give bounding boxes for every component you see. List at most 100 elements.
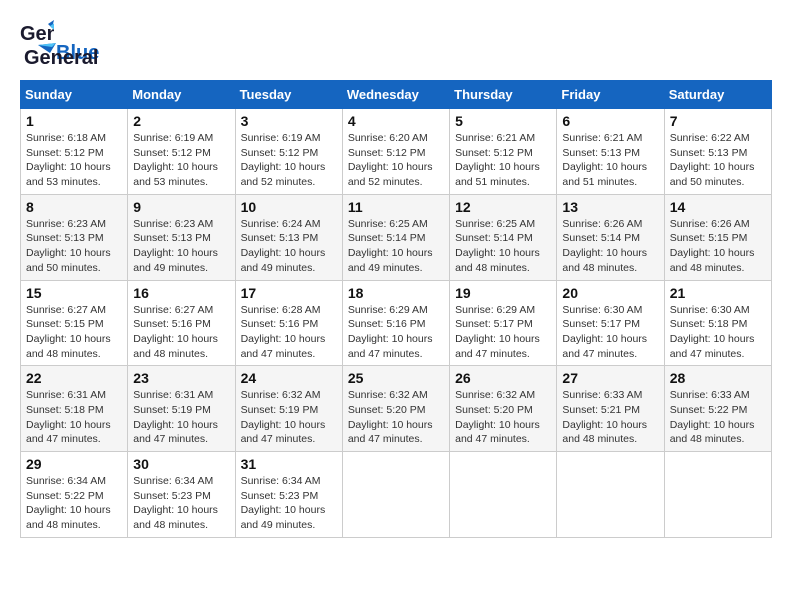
- day-info: Sunrise: 6:25 AM Sunset: 5:14 PM Dayligh…: [348, 217, 444, 276]
- calendar-cell: 8 Sunrise: 6:23 AM Sunset: 5:13 PM Daylig…: [21, 194, 128, 280]
- calendar-cell: 23Sunrise: 6:31 AM Sunset: 5:19 PM Dayli…: [128, 366, 235, 452]
- calendar-cell: [450, 452, 557, 538]
- day-number: 4: [348, 113, 444, 129]
- day-info: Sunrise: 6:31 AM Sunset: 5:18 PM Dayligh…: [26, 388, 122, 447]
- day-info: Sunrise: 6:29 AM Sunset: 5:17 PM Dayligh…: [455, 303, 551, 362]
- logo: General Blue General: [20, 20, 99, 70]
- day-number: 5: [455, 113, 551, 129]
- day-number: 22: [26, 370, 122, 386]
- day-number: 19: [455, 285, 551, 301]
- day-info: Sunrise: 6:32 AM Sunset: 5:20 PM Dayligh…: [348, 388, 444, 447]
- day-info: Sunrise: 6:29 AM Sunset: 5:16 PM Dayligh…: [348, 303, 444, 362]
- calendar-cell: 4 Sunrise: 6:20 AM Sunset: 5:12 PM Daylig…: [342, 109, 449, 195]
- day-info: Sunrise: 6:25 AM Sunset: 5:14 PM Dayligh…: [455, 217, 551, 276]
- day-info: Sunrise: 6:34 AM Sunset: 5:23 PM Dayligh…: [241, 474, 337, 533]
- calendar-cell: 18 Sunrise: 6:29 AM Sunset: 5:16 PM Dayli…: [342, 280, 449, 366]
- logo-text-general: General: [24, 47, 98, 69]
- calendar-cell: [342, 452, 449, 538]
- day-number: 15: [26, 285, 122, 301]
- day-number: 9: [133, 199, 229, 215]
- day-number: 2: [133, 113, 229, 129]
- day-info: Sunrise: 6:19 AM Sunset: 5:12 PM Dayligh…: [241, 131, 337, 190]
- calendar-cell: 5 Sunrise: 6:21 AM Sunset: 5:12 PM Daylig…: [450, 109, 557, 195]
- day-info: Sunrise: 6:34 AM Sunset: 5:23 PM Dayligh…: [133, 474, 229, 533]
- day-number: 8: [26, 199, 122, 215]
- day-number: 13: [562, 199, 658, 215]
- calendar-cell: 26 Sunrise: 6:32 AM Sunset: 5:20 PM Dayli…: [450, 366, 557, 452]
- day-number: 7: [670, 113, 766, 129]
- day-info: Sunrise: 6:33 AM Sunset: 5:22 PM Dayligh…: [670, 388, 766, 447]
- calendar-table: SundayMondayTuesdayWednesdayThursdayFrid…: [20, 80, 772, 538]
- day-info: Sunrise: 6:34 AM Sunset: 5:22 PM Dayligh…: [26, 474, 122, 533]
- day-info: Sunrise: 6:27 AM Sunset: 5:15 PM Dayligh…: [26, 303, 122, 362]
- day-info: Sunrise: 6:32 AM Sunset: 5:20 PM Dayligh…: [455, 388, 551, 447]
- calendar-week-row: 8 Sunrise: 6:23 AM Sunset: 5:13 PM Daylig…: [21, 194, 772, 280]
- day-info: Sunrise: 6:32 AM Sunset: 5:19 PM Dayligh…: [241, 388, 337, 447]
- calendar-cell: 25 Sunrise: 6:32 AM Sunset: 5:20 PM Dayli…: [342, 366, 449, 452]
- day-number: 31: [241, 456, 337, 472]
- day-info: Sunrise: 6:28 AM Sunset: 5:16 PM Dayligh…: [241, 303, 337, 362]
- calendar-cell: 9 Sunrise: 6:23 AM Sunset: 5:13 PM Daylig…: [128, 194, 235, 280]
- calendar-header-row: SundayMondayTuesdayWednesdayThursdayFrid…: [21, 81, 772, 109]
- calendar-body: 1 Sunrise: 6:18 AM Sunset: 5:12 PM Daylig…: [21, 109, 772, 538]
- day-number: 20: [562, 285, 658, 301]
- day-number: 10: [241, 199, 337, 215]
- day-info: Sunrise: 6:21 AM Sunset: 5:12 PM Dayligh…: [455, 131, 551, 190]
- calendar-cell: 15 Sunrise: 6:27 AM Sunset: 5:15 PM Dayli…: [21, 280, 128, 366]
- calendar-cell: 21 Sunrise: 6:30 AM Sunset: 5:18 PM Dayli…: [664, 280, 771, 366]
- day-info: Sunrise: 6:19 AM Sunset: 5:12 PM Dayligh…: [133, 131, 229, 190]
- calendar-cell: 27 Sunrise: 6:33 AM Sunset: 5:21 PM Dayli…: [557, 366, 664, 452]
- day-number: 1: [26, 113, 122, 129]
- calendar-cell: 22 Sunrise: 6:31 AM Sunset: 5:18 PM Dayli…: [21, 366, 128, 452]
- day-number: 25: [348, 370, 444, 386]
- day-info: Sunrise: 6:21 AM Sunset: 5:13 PM Dayligh…: [562, 131, 658, 190]
- day-info: Sunrise: 6:27 AM Sunset: 5:16 PM Dayligh…: [133, 303, 229, 362]
- day-number: 12: [455, 199, 551, 215]
- calendar-cell: 6Sunrise: 6:21 AM Sunset: 5:13 PM Daylig…: [557, 109, 664, 195]
- day-number: 29: [26, 456, 122, 472]
- calendar-day-header: Thursday: [450, 81, 557, 109]
- calendar-cell: [664, 452, 771, 538]
- calendar-day-header: Wednesday: [342, 81, 449, 109]
- calendar-cell: 12 Sunrise: 6:25 AM Sunset: 5:14 PM Dayli…: [450, 194, 557, 280]
- calendar-cell: 19 Sunrise: 6:29 AM Sunset: 5:17 PM Dayli…: [450, 280, 557, 366]
- day-number: 27: [562, 370, 658, 386]
- calendar-day-header: Saturday: [664, 81, 771, 109]
- day-info: Sunrise: 6:18 AM Sunset: 5:12 PM Dayligh…: [26, 131, 122, 190]
- day-info: Sunrise: 6:23 AM Sunset: 5:13 PM Dayligh…: [26, 217, 122, 276]
- calendar-week-row: 22 Sunrise: 6:31 AM Sunset: 5:18 PM Dayli…: [21, 366, 772, 452]
- calendar-day-header: Tuesday: [235, 81, 342, 109]
- calendar-cell: 30Sunrise: 6:34 AM Sunset: 5:23 PM Dayli…: [128, 452, 235, 538]
- calendar-cell: 7 Sunrise: 6:22 AM Sunset: 5:13 PM Daylig…: [664, 109, 771, 195]
- day-info: Sunrise: 6:26 AM Sunset: 5:15 PM Dayligh…: [670, 217, 766, 276]
- calendar-day-header: Friday: [557, 81, 664, 109]
- day-number: 28: [670, 370, 766, 386]
- day-number: 17: [241, 285, 337, 301]
- calendar-cell: 24 Sunrise: 6:32 AM Sunset: 5:19 PM Dayli…: [235, 366, 342, 452]
- calendar-cell: [557, 452, 664, 538]
- calendar-cell: 13 Sunrise: 6:26 AM Sunset: 5:14 PM Dayli…: [557, 194, 664, 280]
- day-number: 24: [241, 370, 337, 386]
- day-number: 18: [348, 285, 444, 301]
- day-number: 21: [670, 285, 766, 301]
- calendar-cell: 10Sunrise: 6:24 AM Sunset: 5:13 PM Dayli…: [235, 194, 342, 280]
- day-number: 3: [241, 113, 337, 129]
- calendar-cell: 31 Sunrise: 6:34 AM Sunset: 5:23 PM Dayli…: [235, 452, 342, 538]
- day-info: Sunrise: 6:30 AM Sunset: 5:18 PM Dayligh…: [670, 303, 766, 362]
- calendar-day-header: Sunday: [21, 81, 128, 109]
- day-info: Sunrise: 6:23 AM Sunset: 5:13 PM Dayligh…: [133, 217, 229, 276]
- calendar-cell: 28 Sunrise: 6:33 AM Sunset: 5:22 PM Dayli…: [664, 366, 771, 452]
- calendar-cell: 2 Sunrise: 6:19 AM Sunset: 5:12 PM Daylig…: [128, 109, 235, 195]
- day-info: Sunrise: 6:33 AM Sunset: 5:21 PM Dayligh…: [562, 388, 658, 447]
- day-info: Sunrise: 6:22 AM Sunset: 5:13 PM Dayligh…: [670, 131, 766, 190]
- calendar-week-row: 15 Sunrise: 6:27 AM Sunset: 5:15 PM Dayli…: [21, 280, 772, 366]
- header: General Blue General: [20, 20, 772, 70]
- calendar-cell: 20 Sunrise: 6:30 AM Sunset: 5:17 PM Dayli…: [557, 280, 664, 366]
- day-info: Sunrise: 6:26 AM Sunset: 5:14 PM Dayligh…: [562, 217, 658, 276]
- day-number: 16: [133, 285, 229, 301]
- calendar-cell: 14 Sunrise: 6:26 AM Sunset: 5:15 PM Dayli…: [664, 194, 771, 280]
- day-info: Sunrise: 6:30 AM Sunset: 5:17 PM Dayligh…: [562, 303, 658, 362]
- day-info: Sunrise: 6:20 AM Sunset: 5:12 PM Dayligh…: [348, 131, 444, 190]
- day-number: 26: [455, 370, 551, 386]
- day-number: 14: [670, 199, 766, 215]
